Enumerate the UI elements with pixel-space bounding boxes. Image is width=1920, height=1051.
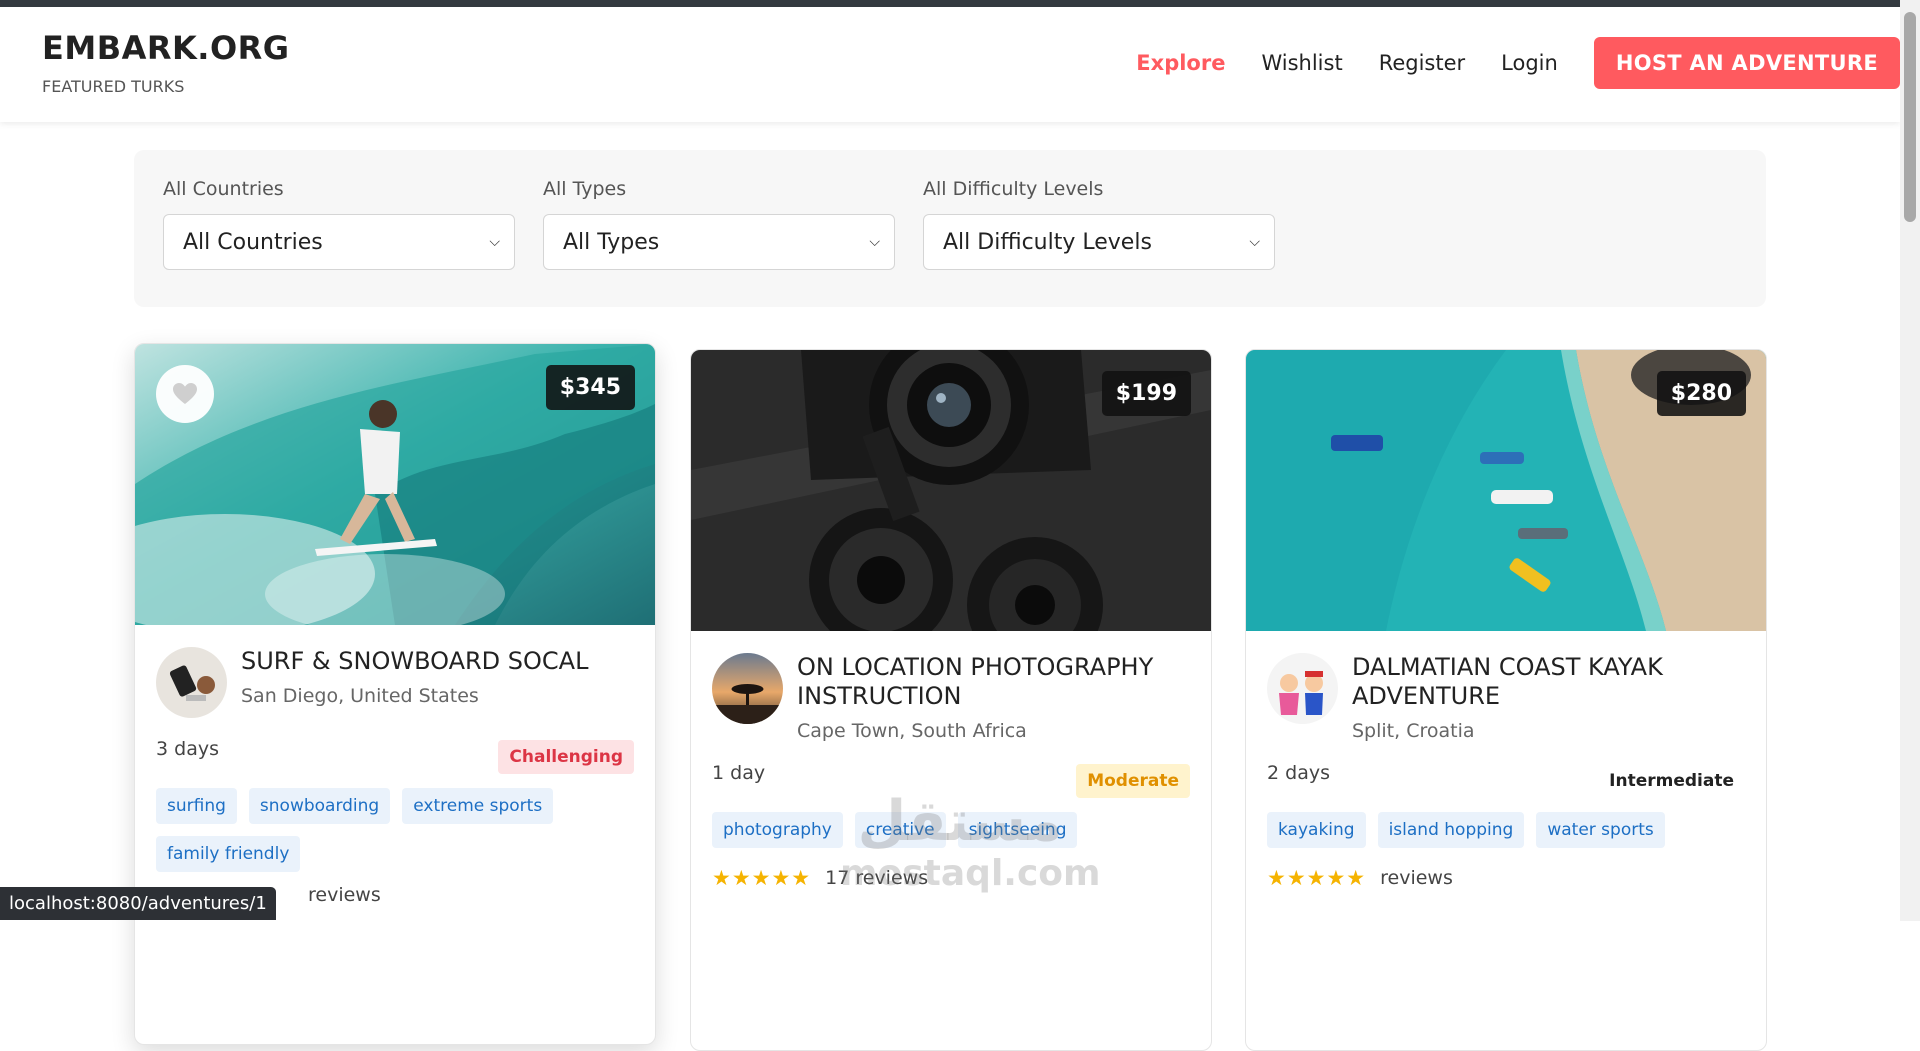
host-row: DALMATIAN COAST KAYAK ADVENTURE Split, C… [1267,653,1745,742]
tag[interactable]: extreme sports [402,788,554,824]
host-avatar[interactable] [156,647,227,718]
duration: 3 days [156,738,219,760]
chevron-down-icon: ⌵ [1249,234,1260,250]
watermark-latin: mostaql.com [840,853,1101,894]
nav-explore[interactable]: Explore [1136,51,1225,75]
adventure-title[interactable]: SURF & SNOWBOARD SOCAL [241,647,588,676]
tag[interactable]: kayaking [1267,812,1366,848]
link-status-bar: localhost:8080/adventures/1 [0,887,276,920]
navbar: EMBARK.ORG FEATURED TURKS Explore Wishli… [0,7,1900,122]
filter-panel: All Countries All Countries ⌵ All Types … [134,150,1766,307]
price-badge: $280 [1656,371,1746,416]
difficulty-badge: Challenging [498,740,634,774]
host-avatar[interactable] [1267,653,1338,724]
difficulty-filter-label: All Difficulty Levels [923,178,1104,200]
country-select-value: All Countries [183,229,323,255]
nav-login[interactable]: Login [1501,51,1558,75]
type-select[interactable]: All Types ⌵ [543,214,895,270]
scrollbar-thumb[interactable] [1904,12,1916,222]
nav-register[interactable]: Register [1379,51,1465,75]
host-info: SURF & SNOWBOARD SOCAL San Diego, United… [241,647,588,718]
adventure-meta: 3 days Challenging [156,734,634,778]
adventure-location: Cape Town, South Africa [797,720,1027,742]
nav-links: Explore Wishlist Register Login HOST AN … [1136,37,1900,89]
chevron-down-icon: ⌵ [869,234,880,250]
browser-top-strip [0,0,1920,7]
country-filter: All Countries All Countries ⌵ [163,178,515,270]
reviews-count: reviews [308,884,381,906]
kayak-photo[interactable]: $280 [1246,350,1766,631]
host-info: ON LOCATION PHOTOGRAPHY INSTRUCTION Cape… [797,653,1190,742]
difficulty-badge: Intermediate [1609,771,1734,791]
type-select-value: All Types [563,229,660,255]
reviews-count: reviews [1380,867,1453,889]
country-select[interactable]: All Countries ⌵ [163,214,515,270]
adventure-location: Split, Croatia [1352,720,1475,742]
avatar-image [156,647,227,718]
tag[interactable]: family friendly [156,836,301,872]
duration: 1 day [712,762,766,784]
duration: 2 days [1267,762,1330,784]
tag-list: kayaking island hopping water sports [1267,812,1745,860]
nav-wishlist[interactable]: Wishlist [1261,51,1342,75]
host-row: SURF & SNOWBOARD SOCAL San Diego, United… [156,647,634,718]
heart-icon [173,383,197,404]
adventure-meta: 2 days Intermediate [1267,758,1745,802]
brand-subtitle: FEATURED TURKS [42,77,185,96]
difficulty-select[interactable]: All Difficulty Levels ⌵ [923,214,1275,270]
avatar-image [712,653,783,724]
watermark: مستقل mostaql.com [840,789,1101,894]
price-badge: $345 [545,365,635,410]
chevron-down-icon: ⌵ [489,234,500,250]
adventure-location: San Diego, United States [241,685,479,707]
rating-row: ★★★★★ reviews [1267,866,1745,890]
brand-title[interactable]: EMBARK.ORG [42,29,290,67]
difficulty-select-value: All Difficulty Levels [943,229,1152,255]
tag-list: surfing snowboarding extreme sports fami… [156,788,634,884]
tag[interactable]: island hopping [1377,812,1525,848]
page-scrollbar[interactable] [1900,0,1920,921]
surf-photo[interactable]: $345 [135,344,655,625]
adventure-card[interactable]: $280 DALMATIAN COAST KAYAK ADVENTURE Spl… [1245,349,1767,1051]
country-filter-label: All Countries [163,178,284,200]
type-filter: All Types All Types ⌵ [543,178,895,270]
difficulty-badge: Moderate [1076,764,1190,798]
price-badge: $199 [1101,371,1191,416]
tag[interactable]: snowboarding [248,788,391,824]
photography-photo[interactable]: $199 [691,350,1211,631]
adventure-title[interactable]: DALMATIAN COAST KAYAK ADVENTURE [1352,653,1745,711]
adventure-title[interactable]: ON LOCATION PHOTOGRAPHY INSTRUCTION [797,653,1190,711]
host-info: DALMATIAN COAST KAYAK ADVENTURE Split, C… [1352,653,1745,742]
brand[interactable]: EMBARK.ORG FEATURED TURKS [42,29,290,96]
adventure-card[interactable]: $345 SURF & SNOWBOARD SOCAL San Diego, U… [134,343,656,1045]
type-filter-label: All Types [543,178,627,200]
card-body: SURF & SNOWBOARD SOCAL San Diego, United… [135,625,655,928]
host-adventure-button[interactable]: HOST AN ADVENTURE [1593,37,1900,89]
tag[interactable]: photography [712,812,843,848]
card-body: DALMATIAN COAST KAYAK ADVENTURE Split, C… [1246,631,1766,912]
adventure-card[interactable]: $199 ON LOCATION PHOTOGRAPHY INSTRUCTION… [690,349,1212,1051]
host-avatar[interactable] [712,653,783,724]
avatar-image [1267,653,1338,724]
host-row: ON LOCATION PHOTOGRAPHY INSTRUCTION Cape… [712,653,1190,742]
star-rating: ★★★★★ [712,866,812,890]
watermark-arabic: مستقل [857,789,1063,854]
difficulty-filter: All Difficulty Levels All Difficulty Lev… [923,178,1275,270]
star-rating: ★★★★★ [1267,866,1367,890]
tag[interactable]: surfing [156,788,237,824]
tag[interactable]: water sports [1536,812,1665,848]
favorite-button[interactable] [156,365,214,423]
